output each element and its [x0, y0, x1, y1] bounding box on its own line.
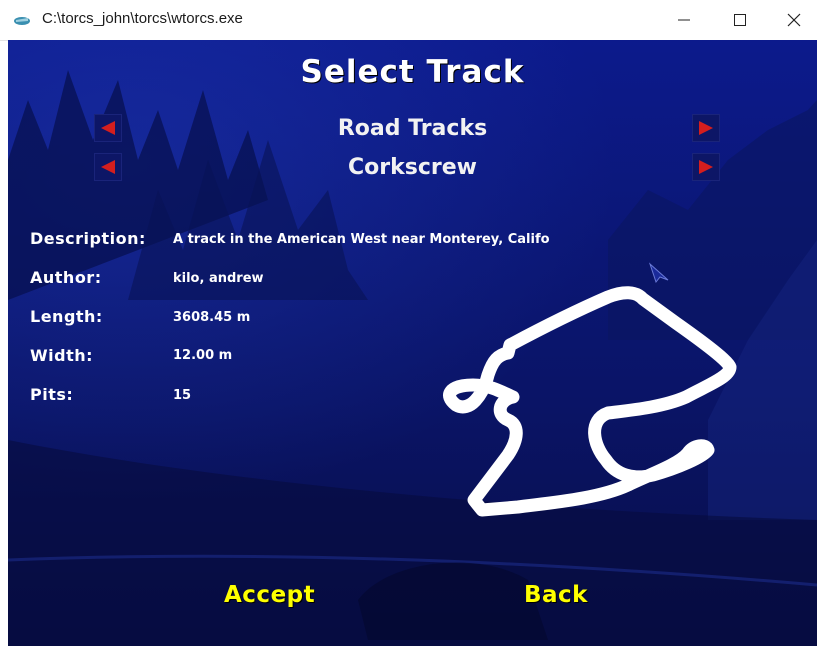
maximize-button[interactable]	[718, 0, 764, 40]
minimize-icon	[678, 19, 690, 21]
torcs-app-icon	[13, 12, 31, 26]
next-category-button[interactable]	[692, 114, 720, 142]
author-value: kilo, andrew	[173, 271, 264, 286]
arrow-right-icon	[699, 160, 713, 174]
author-label: Author:	[30, 268, 102, 287]
close-icon	[787, 13, 801, 27]
window-title: C:\torcs_john\torcs\wtorcs.exe	[42, 10, 243, 27]
width-value: 12.00 m	[173, 348, 233, 363]
arrow-right-icon	[699, 121, 713, 135]
next-track-button[interactable]	[692, 153, 720, 181]
back-button[interactable]: Back	[524, 582, 588, 608]
pits-value: 15	[173, 388, 192, 403]
description-label: Description:	[30, 229, 146, 248]
mouse-cursor-icon	[648, 262, 669, 284]
maximize-icon	[734, 14, 746, 26]
pits-label: Pits:	[30, 385, 74, 404]
screen-title: Select Track	[300, 54, 525, 90]
accept-button[interactable]: Accept	[224, 582, 315, 608]
window-titlebar: C:\torcs_john\torcs\wtorcs.exe	[0, 0, 817, 41]
game-viewport: Select Track Road Tracks Corkscrew Descr…	[8, 40, 817, 646]
description-value: A track in the American West near Monter…	[173, 232, 550, 247]
length-label: Length:	[30, 307, 103, 326]
length-value: 3608.45 m	[173, 310, 251, 325]
width-label: Width:	[30, 346, 94, 365]
minimize-button[interactable]	[662, 0, 708, 40]
close-button[interactable]	[772, 0, 817, 40]
track-outline-map	[443, 286, 737, 517]
